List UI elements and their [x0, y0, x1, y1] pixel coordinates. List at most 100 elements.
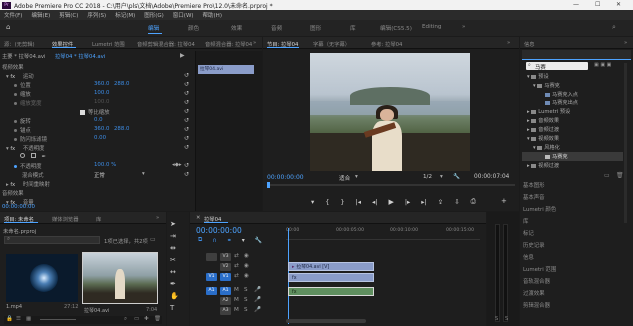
reset-icon[interactable]: ↺ — [184, 108, 270, 115]
eye-icon[interactable]: ◉ — [244, 263, 249, 269]
new-bin-icon[interactable]: ▭ — [134, 316, 139, 322]
close-icon[interactable]: ✕ — [616, 1, 621, 8]
workspace-tab-editing[interactable]: Editing — [422, 24, 441, 30]
tree-item-mosaic-in[interactable]: 马赛克入点 — [545, 91, 578, 98]
linked-selection-icon[interactable]: ⚭ — [227, 237, 232, 244]
project-search-input[interactable]: ⌕ — [4, 236, 100, 244]
antiflicker-value[interactable]: 0.00 — [94, 135, 106, 141]
play-audio-icon[interactable]: ▶ — [180, 52, 185, 59]
play-icon[interactable]: ▶ — [388, 198, 393, 206]
fx-icon[interactable]: fx — [10, 146, 15, 152]
eye-icon[interactable]: ◉ — [244, 273, 249, 279]
panel-info[interactable]: 信息 — [523, 253, 534, 261]
workspace-more-icon[interactable]: » — [462, 24, 465, 30]
mark-out-icon[interactable]: } — [340, 198, 344, 206]
menu-graphics[interactable]: 图形(G) — [144, 11, 164, 19]
ec-motion-row[interactable]: ▾ fx 运动 ↺ — [6, 72, 196, 81]
program-current-timecode[interactable]: 00:00:00:00 — [267, 174, 304, 181]
panel-lumetri-color[interactable]: Lumetri 颜色 — [523, 205, 556, 213]
program-scrubber[interactable] — [267, 184, 515, 186]
stopwatch-icon[interactable] — [14, 129, 17, 132]
project-item-name-1[interactable]: 1.mp4 — [6, 304, 22, 310]
resolution-select[interactable]: 1/2 — [423, 174, 432, 180]
zoom-slider[interactable] — [40, 319, 76, 320]
timeline-scrollbar[interactable] — [286, 319, 366, 323]
video-frame[interactable] — [310, 53, 470, 171]
stopwatch-icon[interactable] — [14, 93, 17, 96]
source-patch-a1[interactable]: A1 — [206, 287, 217, 295]
reset-icon[interactable]: ↺ — [184, 99, 204, 106]
track-label-v1[interactable]: V1 — [220, 273, 231, 281]
eye-icon[interactable]: ◉ — [244, 253, 249, 259]
tab-info[interactable]: 信息 — [524, 40, 535, 48]
tree-item-presets[interactable]: ▾ 预设 — [527, 73, 549, 80]
tree-item-mosaic-effect[interactable]: 马赛克 — [545, 153, 568, 160]
reset-icon[interactable]: ↺ — [184, 72, 196, 79]
chevron-down-icon[interactable]: ▾ — [440, 174, 443, 180]
reset-icon[interactable]: ↺ — [184, 90, 204, 97]
time-ruler[interactable]: 00:00 00:00:05:00 00:00:10:00 00:00:15:0… — [286, 228, 480, 240]
rotation-value[interactable]: 0.0 — [94, 117, 103, 123]
ec-opacity-row[interactable]: ▾ fx 不透明度 ↺ — [6, 144, 196, 153]
workspace-tab-graphics[interactable]: 图形 — [310, 24, 321, 32]
workspace-tab-edit[interactable]: 编辑 — [148, 24, 159, 32]
keyframe-nav-icon[interactable]: ◂◆▸ — [172, 162, 182, 168]
mute-icon[interactable]: M — [234, 297, 239, 303]
list-view-icon[interactable]: ☰ — [16, 316, 21, 322]
tree-item-video-transitions[interactable]: ▸ 视频过渡 — [527, 162, 559, 169]
panel-markers[interactable]: 标记 — [523, 229, 534, 237]
lift-icon[interactable]: ⇪ — [438, 198, 443, 206]
close-tab-icon[interactable]: ✕ — [196, 215, 200, 221]
workspace-tab-edit-cs55[interactable]: 编辑(CS5.5) — [380, 24, 412, 32]
panel-track-mixer[interactable]: 音轨混合器 — [523, 277, 550, 285]
go-to-out-icon[interactable]: ▸| — [421, 198, 426, 206]
workspace-tab-audio[interactable]: 音频 — [271, 24, 282, 32]
timeline-timecode[interactable]: 00:00:00:00 — [196, 226, 242, 235]
position-y-value[interactable]: 288.0 — [114, 81, 129, 87]
anchor-x-value[interactable]: 360.0 — [94, 126, 109, 132]
workspace-tab-effects[interactable]: 效果 — [231, 24, 242, 32]
mini-timeline-clip[interactable]: 拉琴04.avi — [198, 65, 254, 74]
home-icon[interactable]: ⌂ — [6, 23, 10, 31]
new-item-icon[interactable]: ✚ — [144, 316, 149, 322]
maximize-icon[interactable]: ☐ — [595, 1, 600, 8]
panel-lumetri-scopes[interactable]: Lumetri 范围 — [523, 265, 556, 273]
track-label-v3[interactable]: V3 — [220, 253, 231, 261]
reset-icon[interactable]: ↺ — [184, 171, 212, 178]
menu-help[interactable]: 帮助(H) — [203, 11, 222, 19]
slip-tool-icon[interactable]: ↔ — [170, 268, 176, 276]
track-label-a1[interactable]: A1 — [220, 287, 231, 295]
ellipse-mask-icon[interactable] — [20, 153, 25, 158]
new-bin-icon[interactable]: ▭ — [150, 236, 156, 243]
selection-tool-icon[interactable]: ➤ — [170, 220, 176, 228]
panel-essential-graphics[interactable]: 基本图形 — [523, 181, 545, 189]
workspace-tab-color[interactable]: 颜色 — [188, 24, 199, 32]
opacity-value[interactable]: 100.0 % — [94, 162, 116, 168]
hand-tool-icon[interactable]: ✋ — [170, 292, 179, 300]
track-select-tool-icon[interactable]: ⇥ — [170, 232, 176, 240]
ripple-edit-tool-icon[interactable]: ⇹ — [170, 244, 176, 252]
project-item-name-2[interactable]: 拉琴04.avi — [84, 307, 109, 314]
step-back-icon[interactable]: ◂| — [372, 198, 377, 206]
video-clip-v1[interactable]: fx — [288, 273, 374, 282]
panel-libraries[interactable]: 库 — [523, 217, 528, 225]
icon-view-icon[interactable]: ▦ — [26, 316, 31, 322]
menu-marker[interactable]: 标记(M) — [115, 11, 135, 19]
pen-tool-icon[interactable]: ✒ — [170, 280, 176, 288]
source-patch-v[interactable] — [206, 253, 217, 261]
workspace-tab-library[interactable]: 库 — [350, 24, 356, 32]
mic-icon[interactable]: 🎤 — [254, 297, 261, 303]
mute-icon[interactable]: M — [234, 287, 239, 293]
fit-select[interactable]: 适合 — [339, 174, 350, 182]
panel-essential-sound[interactable]: 基本声音 — [523, 193, 545, 201]
pen-mask-icon[interactable]: ✒ — [41, 154, 46, 160]
tabs-more-icon[interactable]: » — [253, 40, 256, 46]
settings-icon[interactable]: 🔧 — [255, 237, 262, 244]
tree-item-audio-effects[interactable]: ▸ 音频效果 — [527, 117, 559, 124]
search-icon[interactable]: ⌕ — [612, 23, 616, 32]
tab-lumetri-scopes[interactable]: Lumetri 范围 — [92, 40, 125, 48]
video-clip[interactable]: ▸ 拉琴04.avi [V] — [288, 262, 374, 271]
nest-icon[interactable]: ⧉ — [198, 236, 202, 244]
solo-icon[interactable]: S — [244, 307, 248, 313]
uniform-scale-checkbox[interactable] — [80, 110, 85, 115]
